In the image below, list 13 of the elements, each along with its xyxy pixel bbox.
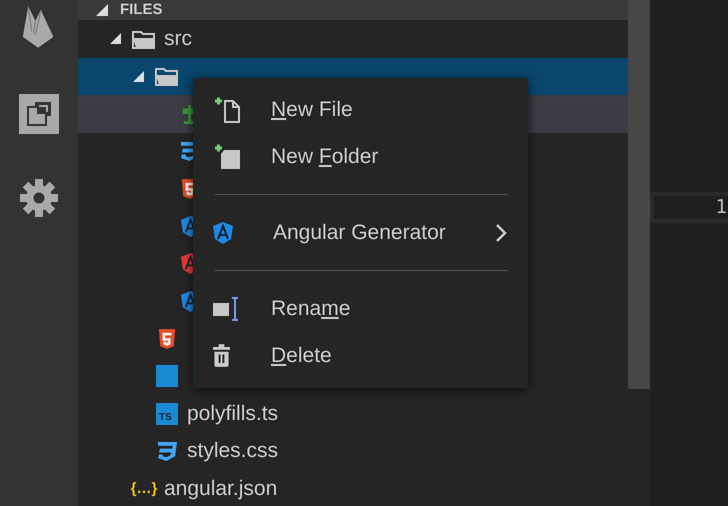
folder-name: src: [164, 26, 192, 51]
section-title: FILES: [120, 0, 163, 20]
file-name: styles.css: [187, 439, 278, 464]
file-name: polyfills.ts: [187, 402, 278, 426]
menu-item-label: New Folder: [271, 144, 380, 168]
line-number: 1: [654, 196, 728, 219]
menu-item-label: Angular Generator: [273, 220, 447, 244]
menu-item-label: Delete: [271, 344, 333, 368]
braces-label: {…}: [130, 481, 158, 496]
file-name: angular.json: [164, 476, 278, 501]
ts-badge: TS: [156, 402, 178, 425]
menu-item-label: Rename: [271, 296, 352, 320]
menu-item-label: New File: [271, 98, 354, 122]
